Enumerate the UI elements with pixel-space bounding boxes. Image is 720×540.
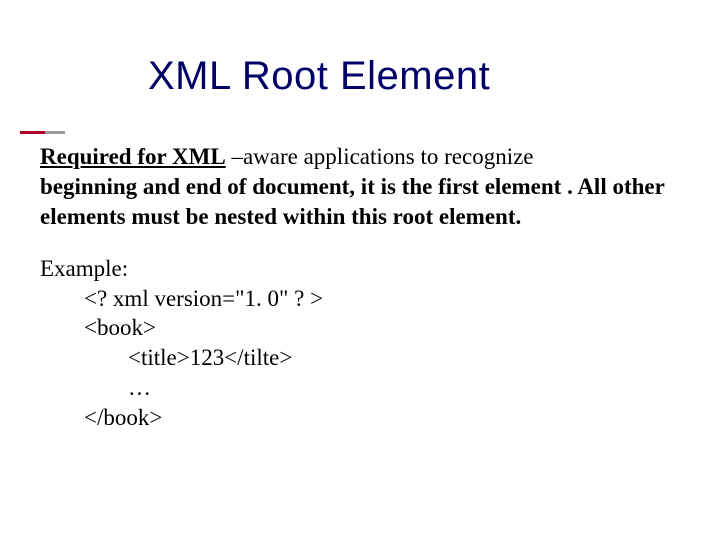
lead-tail: –aware applications to recognize [226, 144, 534, 169]
description-rest: beginning and end of document, it is the… [40, 174, 664, 229]
code-line: <book> [84, 313, 690, 343]
example-block: Example: <? xml version="1. 0" ? > <book… [40, 254, 690, 433]
code-line: <title>123</tilte> [128, 343, 690, 373]
lead-phrase: Required for XML [40, 144, 226, 169]
code-line: … [128, 373, 690, 403]
code-line: <? xml version="1. 0" ? > [84, 284, 690, 314]
accent-underline [20, 131, 720, 134]
description-paragraph: Required for XML –aware applications to … [40, 142, 690, 232]
example-label: Example: [40, 254, 690, 284]
code-line: </book> [84, 403, 690, 433]
slide-title: XML Root Element [148, 54, 490, 99]
slide-body: Required for XML –aware applications to … [40, 142, 690, 433]
